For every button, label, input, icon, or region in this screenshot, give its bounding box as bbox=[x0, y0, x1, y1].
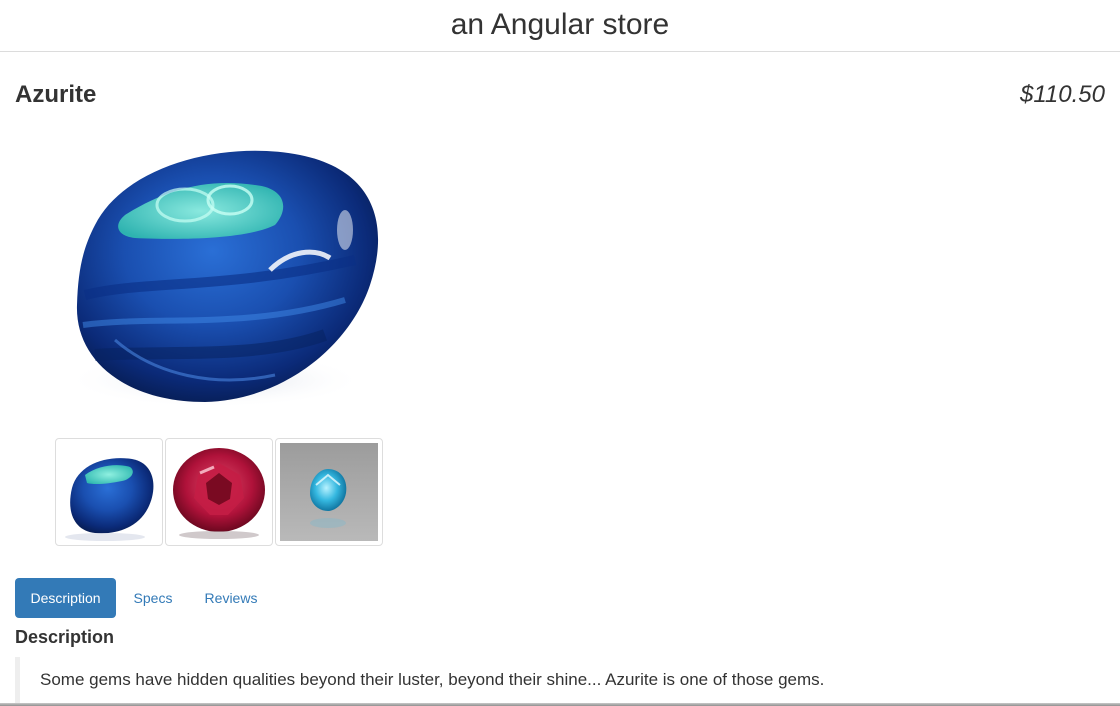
product-main-image bbox=[55, 130, 385, 420]
thumbnail-zircon[interactable] bbox=[275, 438, 383, 546]
tab-specs[interactable]: Specs bbox=[120, 578, 186, 618]
description-heading: Description bbox=[15, 627, 115, 647]
thumbnail-garnet[interactable] bbox=[165, 438, 273, 546]
store-header: an Angular store bbox=[0, 0, 1120, 52]
tab-description[interactable]: Description bbox=[15, 578, 116, 618]
description-blockquote: Some gems have hidden qualities beyond t… bbox=[15, 657, 1105, 703]
thumbnail-azurite[interactable] bbox=[55, 438, 163, 546]
store-title: an Angular store bbox=[450, 8, 670, 41]
tab-reviews[interactable]: Reviews bbox=[193, 578, 269, 618]
product-price: $110.50 bbox=[1020, 81, 1105, 108]
product-name: Azurite bbox=[15, 81, 97, 108]
description-text: Some gems have hidden qualities beyond t… bbox=[40, 670, 825, 689]
